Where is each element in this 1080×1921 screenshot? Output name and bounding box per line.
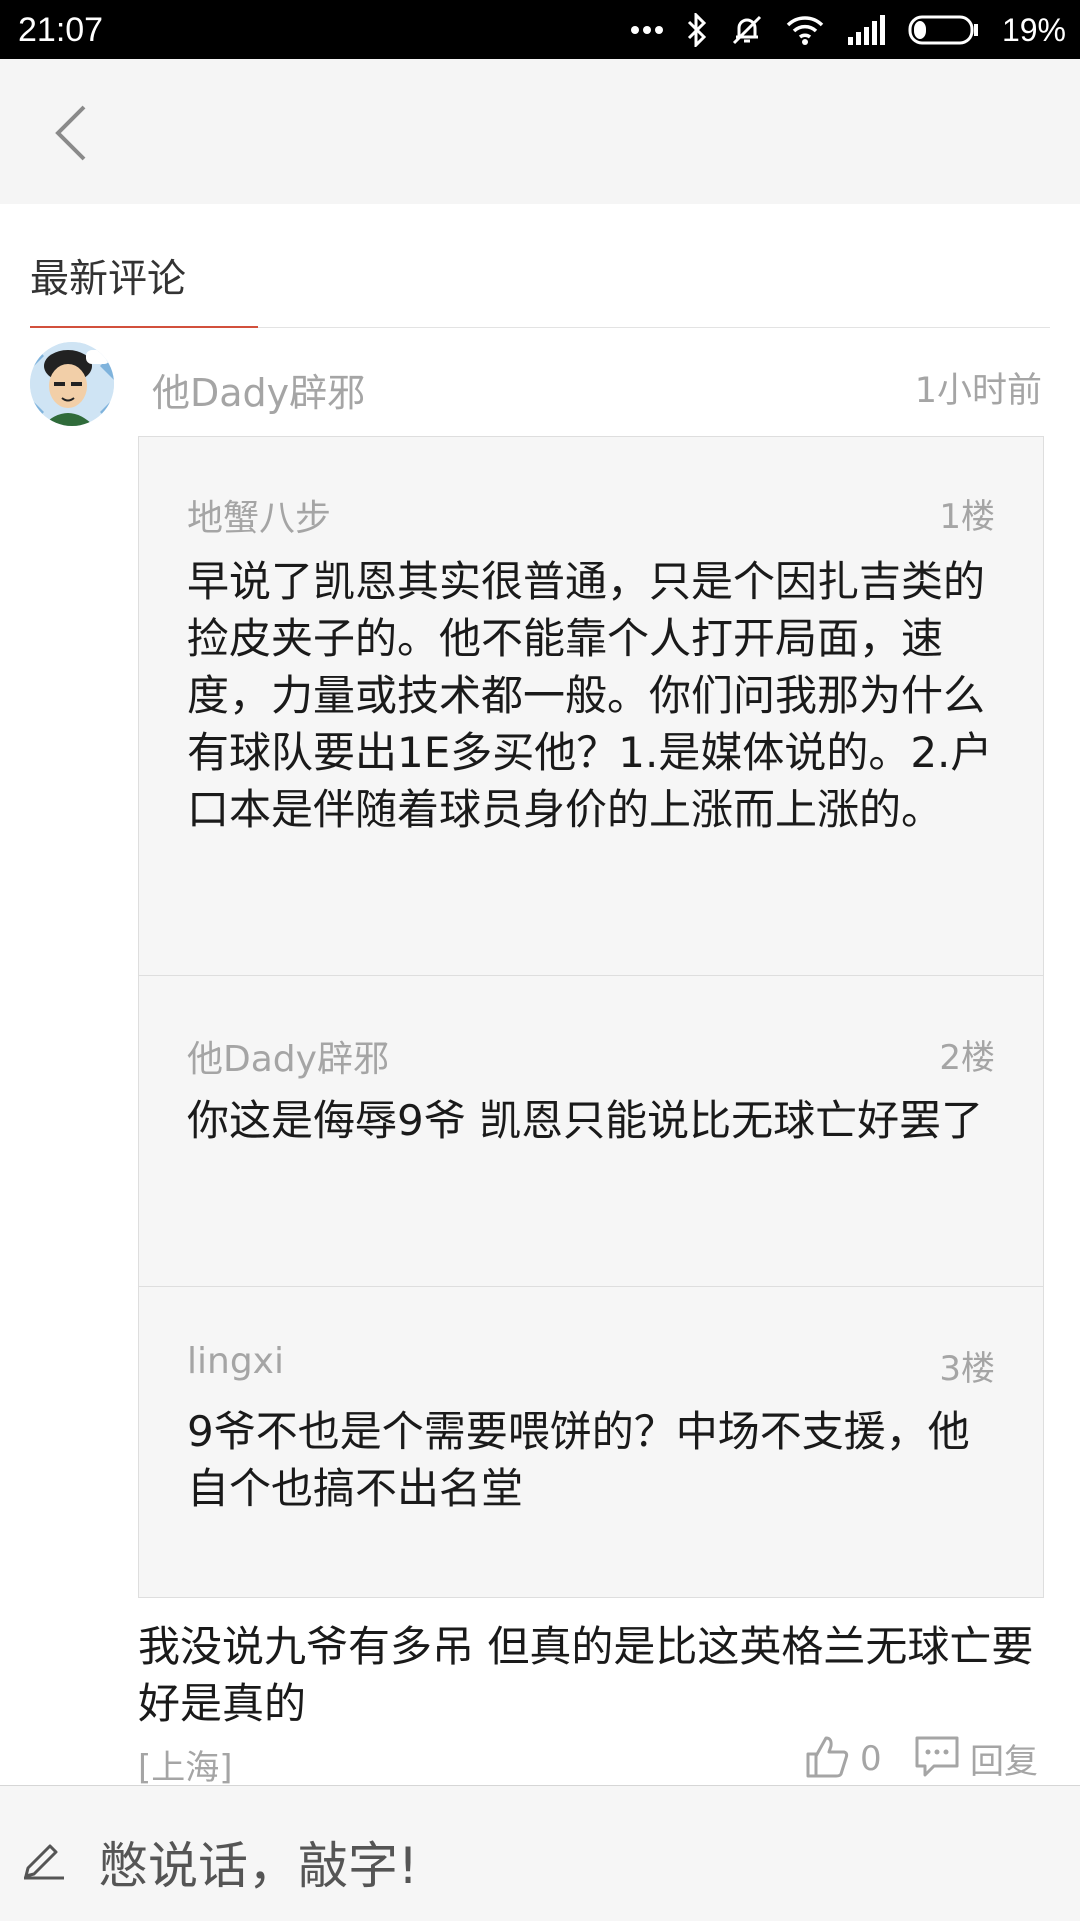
mute-icon bbox=[730, 13, 764, 47]
quote-floor-label: 2楼 bbox=[939, 1038, 995, 1078]
quote-floor-3[interactable]: lingxi 3楼 9爷不也是个需要喂饼的？中场不支援，他自个也搞不出名堂 bbox=[139, 1286, 1043, 1597]
comment-time: 1小时前 bbox=[914, 371, 1042, 411]
quote-floor-label: 3楼 bbox=[939, 1349, 995, 1389]
battery-icon bbox=[908, 15, 980, 45]
quote-username: 他Dady辟邪 bbox=[187, 1039, 389, 1080]
quote-floor-1[interactable]: 地蟹八步 1楼 早说了凯恩其实很普通，只是个因扎吉类的捡皮夹子的。他不能靠个人打… bbox=[139, 437, 1043, 975]
quoted-replies: 地蟹八步 1楼 早说了凯恩其实很普通，只是个因扎吉类的捡皮夹子的。他不能靠个人打… bbox=[138, 436, 1044, 1598]
avatar[interactable] bbox=[30, 342, 114, 426]
bluetooth-icon bbox=[686, 13, 708, 47]
quote-text: 9爷不也是个需要喂饼的？中场不支援，他自个也搞不出名堂 bbox=[187, 1407, 970, 1513]
like-button[interactable]: 0 bbox=[804, 1734, 882, 1784]
comment-input-placeholder: 憋说话，敲字! bbox=[98, 1837, 419, 1895]
quote-floor-label: 1楼 bbox=[939, 497, 995, 537]
thumbs-up-icon bbox=[804, 1734, 850, 1784]
section-title: 最新评论 bbox=[30, 257, 187, 302]
top-nav bbox=[0, 59, 1080, 204]
status-time: 21:07 bbox=[18, 11, 104, 49]
quote-text: 早说了凯恩其实很普通，只是个因扎吉类的捡皮夹子的。他不能靠个人打开局面，速度，力… bbox=[187, 557, 993, 834]
reply-button[interactable]: 回复 bbox=[914, 1734, 1038, 1783]
quote-username: 地蟹八步 bbox=[187, 498, 332, 539]
comment-bubble-icon bbox=[914, 1735, 960, 1783]
like-count: 0 bbox=[860, 1739, 882, 1779]
wifi-icon bbox=[786, 15, 824, 45]
comment-text: 我没说九爷有多吊 但真的是比这英格兰无球亡要好是真的 bbox=[138, 1622, 1034, 1728]
status-icons: 19% bbox=[630, 6, 1066, 54]
comment-username[interactable]: 他Dady辟邪 bbox=[152, 362, 365, 417]
reply-label: 回复 bbox=[970, 1742, 1038, 1782]
pencil-icon bbox=[20, 1834, 66, 1884]
battery-percent: 19% bbox=[1001, 11, 1066, 48]
comment-input-bar[interactable]: 憋说话，敲字! bbox=[0, 1785, 1080, 1921]
comment-footer: [上海] 0 回复 bbox=[138, 1736, 1042, 1785]
comment-location: [上海] bbox=[138, 1748, 233, 1785]
chevron-left-icon bbox=[54, 105, 88, 165]
comment-card: 他Dady辟邪 1小时前 地蟹八步 1楼 早说了凯恩其实很普通，只是个因扎吉类的… bbox=[0, 328, 1080, 1785]
quote-text: 你这是侮辱9爷 凯恩只能说比无球亡好罢了 bbox=[187, 1096, 984, 1145]
more-dots-icon bbox=[630, 25, 664, 35]
section-header: 最新评论 bbox=[0, 204, 1080, 329]
signal-icon bbox=[846, 15, 886, 45]
quote-username: lingxi bbox=[187, 1341, 284, 1382]
back-button[interactable] bbox=[36, 95, 106, 175]
quote-floor-2[interactable]: 他Dady辟邪 2楼 你这是侮辱9爷 凯恩只能说比无球亡好罢了 bbox=[139, 975, 1043, 1286]
status-bar: 21:07 19% bbox=[0, 0, 1080, 59]
